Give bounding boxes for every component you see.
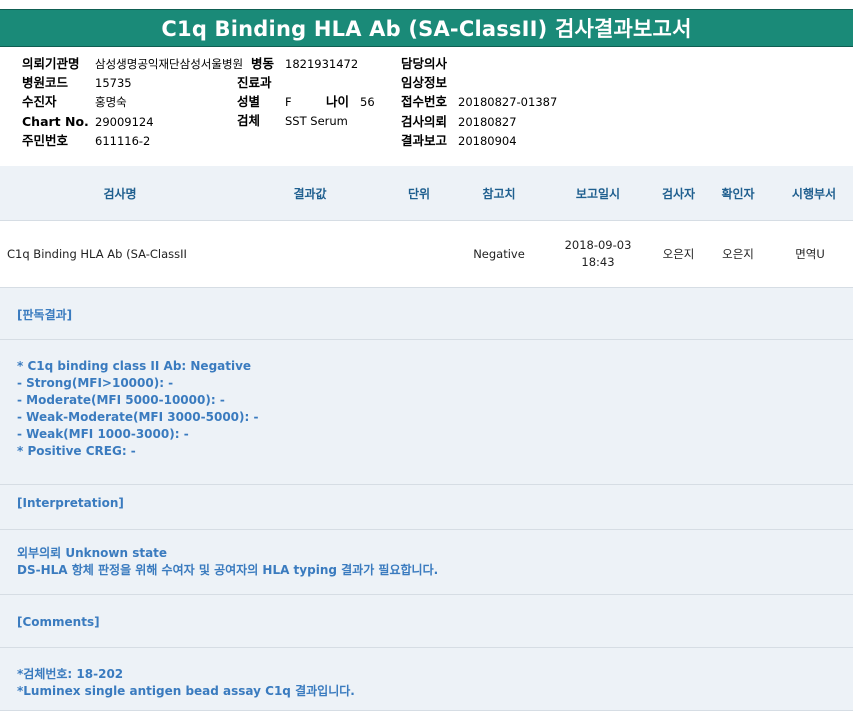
report-date-value: 20180904 xyxy=(458,134,517,148)
age-label: 나이 xyxy=(326,94,350,109)
comments-body: *검체번호: 18-202 *Luminex single antigen be… xyxy=(0,648,853,711)
recipient-label: 수진자 xyxy=(22,94,57,109)
interpretation-line: DS-HLA 항체 판정을 위해 수여자 및 공여자의 HLA typing 결… xyxy=(17,563,439,577)
judgment-body: * C1q binding class II Ab: Negative - St… xyxy=(0,340,853,485)
cell-result xyxy=(240,221,380,287)
cell-unit xyxy=(380,221,458,287)
chart-no-value: 29009124 xyxy=(95,115,154,129)
cell-confirmer: 오은지 xyxy=(722,247,754,261)
code-label: 병원코드 xyxy=(22,75,69,90)
cell-tester: 오은지 xyxy=(662,247,695,261)
cell-report-date: 2018-09-03 xyxy=(564,238,632,252)
comments-line: *Luminex single antigen bead assay C1q 결… xyxy=(17,684,355,698)
comments-heading-row: [Comments] xyxy=(0,595,853,648)
receipt-value: 20180827-01387 xyxy=(458,95,558,109)
receipt-label: 접수번호 xyxy=(401,94,448,109)
ward-value: 1821931472 xyxy=(285,57,359,71)
cell-test-name: C1q Binding HLA Ab (SA-ClassII xyxy=(7,247,187,261)
judgment-line: - Strong(MFI>10000): - xyxy=(17,376,174,390)
header-report-datetime: 보고일시 xyxy=(575,186,621,201)
request-value: 20180827 xyxy=(458,115,517,129)
request-label: 검사의뢰 xyxy=(401,114,448,129)
cell-report-datetime: 2018-09-03 18:43 xyxy=(540,221,656,287)
comments-heading: [Comments] xyxy=(17,615,100,629)
specimen-label: 검체 xyxy=(237,113,261,128)
judgment-line: * Positive CREG: - xyxy=(17,444,136,458)
dept-label: 진료과 xyxy=(237,75,272,90)
interpretation-heading-row: [Interpretation] xyxy=(0,485,853,530)
id-label: 주민번호 xyxy=(22,133,69,148)
recipient-value: 홍명숙 xyxy=(95,95,127,109)
interpretation-body: 외부의뢰 Unknown state DS-HLA 항체 판정을 위해 수여자 … xyxy=(0,530,853,595)
header-unit: 단위 xyxy=(407,186,431,201)
judgment-line: - Weak(MFI 1000-3000): - xyxy=(17,427,189,441)
header-result: 결과값 xyxy=(293,186,327,201)
header-test-name: 검사명 xyxy=(103,186,137,201)
header-tester: 검사자 xyxy=(661,186,696,201)
sex-label: 성별 xyxy=(237,94,261,109)
chart-no-label: Chart No. xyxy=(22,114,89,129)
judgment-heading-row: [판독결과] xyxy=(0,288,853,340)
hospital-value: 삼성생명공익재단삼성서울병원 xyxy=(95,57,244,71)
report-title: C1q Binding HLA Ab (SA-ClassII) 검사결과보고서 xyxy=(161,17,692,41)
header-confirmer: 확인자 xyxy=(721,186,755,201)
hospital-label: 의뢰기관명 xyxy=(22,56,80,71)
cell-report-time: 18:43 xyxy=(581,255,615,269)
report-title-bar: C1q Binding HLA Ab (SA-ClassII) 검사결과보고서 xyxy=(0,9,853,47)
comments-line: *검체번호: 18-202 xyxy=(17,667,124,681)
judgment-line: * C1q binding class II Ab: Negative xyxy=(17,359,252,373)
cell-department: 면역U xyxy=(795,247,825,261)
report-date-label: 결과보고 xyxy=(401,133,448,148)
doctor-label: 담당의사 xyxy=(401,56,448,71)
judgment-line: - Weak-Moderate(MFI 3000-5000): - xyxy=(17,410,259,424)
table-row: C1q Binding HLA Ab (SA-ClassII Negative … xyxy=(0,221,853,288)
sex-value: F xyxy=(285,95,292,109)
specimen-value: SST Serum xyxy=(285,114,348,128)
judgment-heading: [판독결과] xyxy=(17,308,73,322)
cell-reference: Negative xyxy=(473,247,525,261)
header-department: 시행부서 xyxy=(791,186,837,201)
code-value: 15735 xyxy=(95,76,132,90)
header-reference: 참고치 xyxy=(482,186,516,201)
judgment-line: - Moderate(MFI 5000-10000): - xyxy=(17,393,225,407)
results-table-header: 검사명 결과값 단위 참고치 보고일시 검사자 확인자 시행부서 xyxy=(0,166,853,221)
age-value: 56 xyxy=(360,95,375,109)
interpretation-line: 외부의뢰 Unknown state xyxy=(17,546,168,560)
clinical-label: 임상정보 xyxy=(401,75,448,90)
ward-label: 병동 xyxy=(251,56,275,71)
id-value: 611116-2 xyxy=(95,134,151,148)
interpretation-heading: [Interpretation] xyxy=(17,496,124,510)
patient-info-block: 의뢰기관명 삼성생명공익재단삼성서울병원 병동 1821931472 담당의사 … xyxy=(0,48,853,167)
